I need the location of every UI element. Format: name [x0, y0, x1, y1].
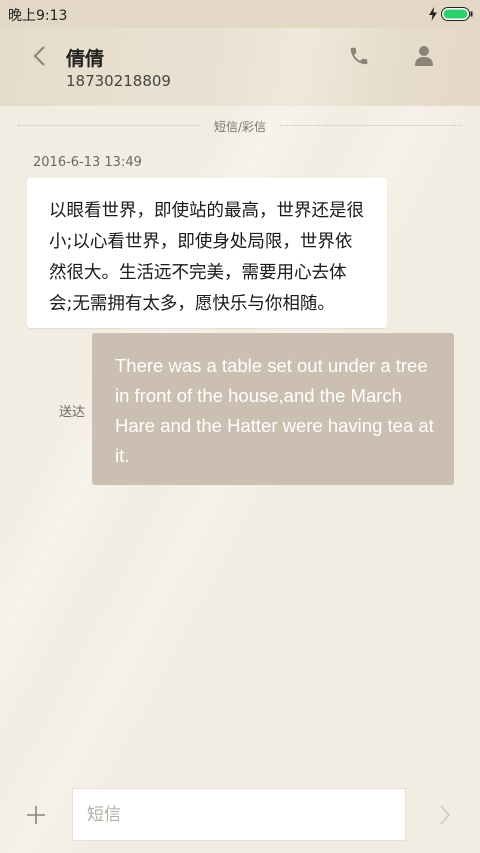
- add-attachment-icon[interactable]: [26, 805, 46, 825]
- received-message-bubble[interactable]: 以眼看世界，即使站的最高，世界还是很小;以心看世界，即使身处局限，世界依然很大。…: [27, 178, 387, 328]
- divider-label: 短信/彩信: [213, 120, 267, 134]
- delivery-status: 送达: [59, 405, 86, 420]
- status-time: 晚上9:13: [8, 8, 68, 24]
- phone-icon[interactable]: [348, 45, 370, 67]
- send-chevron-icon[interactable]: [438, 804, 452, 826]
- sent-message-text: There was a table set out under a tree i…: [115, 355, 434, 466]
- message-input[interactable]: [72, 788, 406, 841]
- message-timestamp: 2016-6-13 13:49: [33, 155, 142, 170]
- divider-line: [18, 125, 200, 126]
- charging-icon: [429, 7, 437, 21]
- battery-icon: [441, 7, 473, 21]
- message-type-divider: 短信/彩信: [18, 116, 462, 136]
- status-bar: 晚上9:13: [0, 0, 480, 28]
- sent-message-bubble[interactable]: There was a table set out under a tree i…: [92, 333, 454, 485]
- received-message-text: 以眼看世界，即使站的最高，世界还是很小;以心看世界，即使身处局限，世界依然很大。…: [49, 201, 364, 314]
- conversation-header: 倩倩 18730218809: [0, 28, 480, 106]
- compose-bar: [0, 780, 480, 853]
- contact-name: 倩倩: [66, 48, 105, 70]
- contact-phone-number: 18730218809: [66, 72, 171, 90]
- divider-line: [280, 125, 462, 126]
- back-chevron-icon[interactable]: [30, 44, 50, 68]
- contact-person-icon[interactable]: [413, 44, 435, 68]
